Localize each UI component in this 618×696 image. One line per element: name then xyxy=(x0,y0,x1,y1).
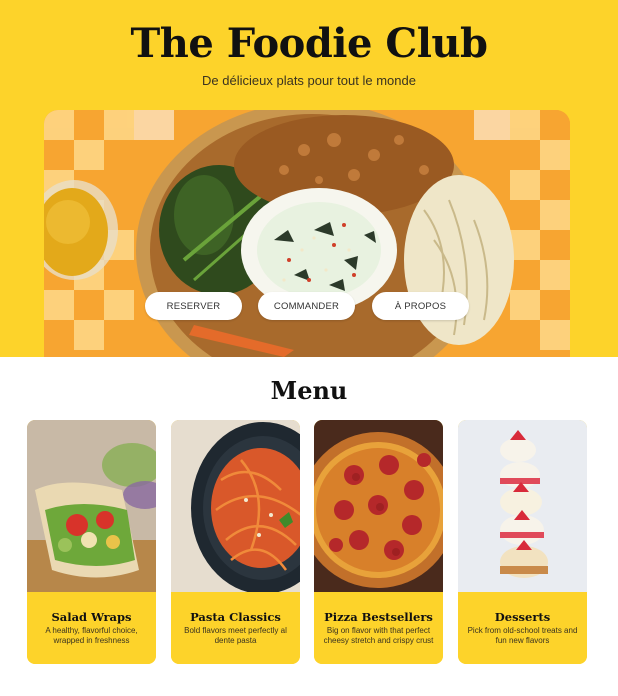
site-tagline: De délicieux plats pour tout le monde xyxy=(202,73,416,88)
desserts-image xyxy=(458,420,587,592)
card-description: A healthy, flavorful choice, wrapped in … xyxy=(45,626,138,645)
card-title: Desserts xyxy=(494,610,551,624)
card-title: Pizza Bestsellers xyxy=(324,610,433,624)
order-button[interactable]: COMMANDER xyxy=(258,292,355,320)
site-title: The Foodie Club xyxy=(130,20,488,67)
menu-card-desserts[interactable]: Desserts Pick from old-school treats and… xyxy=(458,420,587,664)
pasta-image xyxy=(171,420,300,592)
card-description: Big on flavor with that perfect cheesy s… xyxy=(323,626,434,645)
card-description: Bold flavors meet perfectly al dente pas… xyxy=(184,626,287,645)
card-description: Pick from old-school treats and fun new … xyxy=(467,626,578,645)
card-title: Salad Wraps xyxy=(51,610,132,624)
salad-wrap-image xyxy=(27,420,156,592)
menu-card-pizza-bestsellers[interactable]: Pizza Bestsellers Big on flavor with tha… xyxy=(314,420,443,664)
about-button[interactable]: À PROPOS xyxy=(372,292,469,320)
pizza-image xyxy=(314,420,443,592)
card-title: Pasta Classics xyxy=(190,610,281,624)
hero-section: The Foodie Club De délicieux plats pour … xyxy=(0,0,618,357)
menu-heading: Menu xyxy=(270,376,348,405)
menu-card-salad-wraps[interactable]: Salad Wraps A healthy, flavorful choice,… xyxy=(27,420,156,664)
menu-card-pasta-classics[interactable]: Pasta Classics Bold flavors meet perfect… xyxy=(171,420,300,664)
reserve-button[interactable]: RESERVER xyxy=(145,292,242,320)
